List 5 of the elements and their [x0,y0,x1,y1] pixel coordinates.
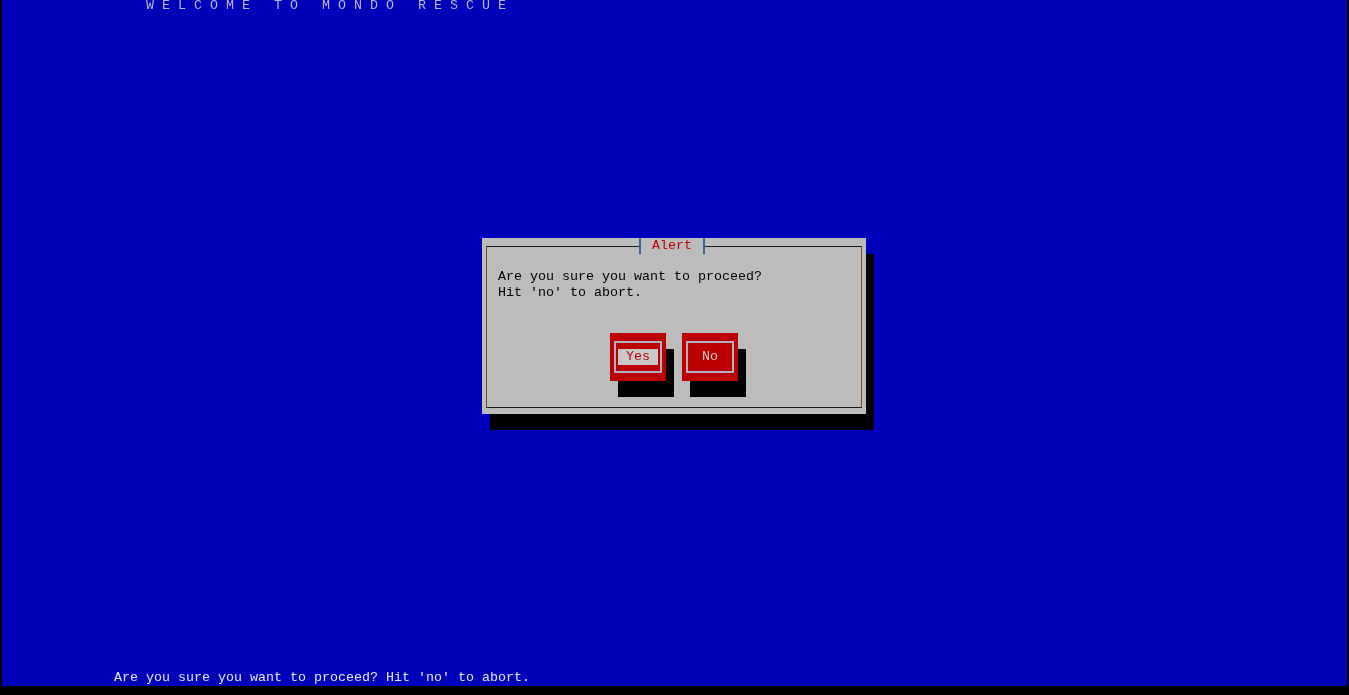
status-message: Are you sure you want to proceed? Hit 'no' to abort. [114,670,530,686]
dialog-message: Hit 'no' to abort. [498,285,643,301]
dialog-title: Alert [639,238,705,254]
dialog-message: Are you sure you want to proceed? [498,269,763,285]
screen-title: WELCOME TO MONDO RESCUE [145,0,514,12]
